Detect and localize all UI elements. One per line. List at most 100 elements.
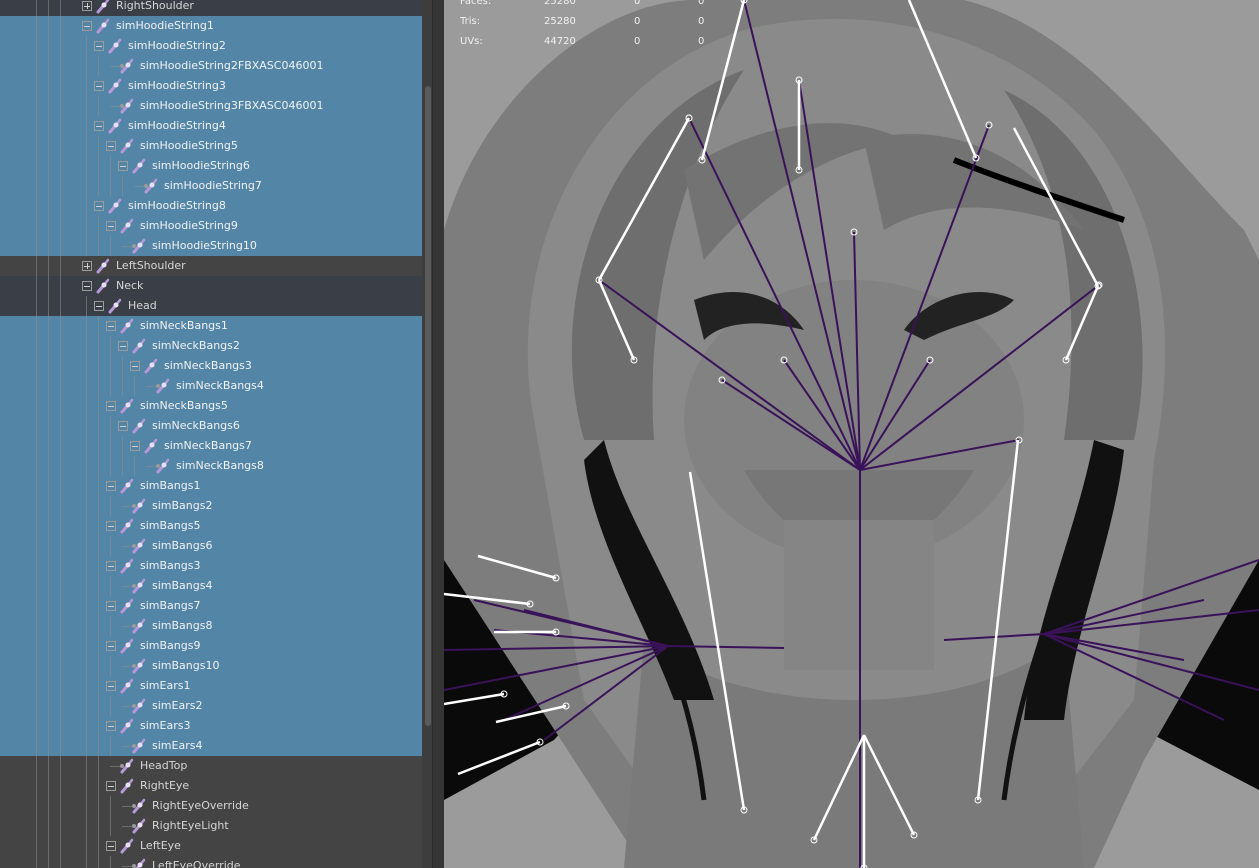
tree-guide-line	[86, 796, 87, 816]
outliner-item-label: simNeckBangs3	[164, 359, 252, 372]
outliner-item[interactable]: simBangs4	[0, 576, 422, 596]
outliner-scrollbar[interactable]	[425, 86, 431, 726]
collapse-icon[interactable]	[118, 341, 128, 351]
tree-guide-line	[36, 276, 37, 296]
outliner-item[interactable]: Neck	[0, 276, 422, 296]
tree-guide-line	[98, 156, 99, 176]
tree-guide-line	[60, 676, 61, 696]
outliner-item[interactable]: simHoodieString7	[0, 176, 422, 196]
outliner-item[interactable]: simBangs10	[0, 656, 422, 676]
tree-guide-line	[110, 156, 111, 176]
outliner-item[interactable]: simNeckBangs2	[0, 336, 422, 356]
outliner-item[interactable]: simEars3	[0, 716, 422, 736]
collapse-icon[interactable]	[94, 301, 104, 311]
outliner-item[interactable]: RightEyeOverride	[0, 796, 422, 816]
outliner-item[interactable]: simNeckBangs4	[0, 376, 422, 396]
outliner-item[interactable]: simHoodieString4	[0, 116, 422, 136]
expand-icon[interactable]	[82, 1, 92, 11]
tree-guide-line	[86, 756, 87, 776]
collapse-icon[interactable]	[106, 141, 116, 151]
collapse-icon[interactable]	[94, 201, 104, 211]
outliner-item-label: simHoodieString6	[152, 159, 250, 172]
viewport-3d[interactable]: Faces: 25280 0 0 Tris: 25280 0 0 UVs: 44…	[444, 0, 1259, 868]
collapse-icon[interactable]	[130, 361, 140, 371]
outliner-item-label: simBangs3	[140, 559, 201, 572]
outliner-item[interactable]: simNeckBangs3	[0, 356, 422, 376]
outliner-item[interactable]: simBangs6	[0, 536, 422, 556]
outliner-item[interactable]: simHoodieString2	[0, 36, 422, 56]
outliner-item-label: simEars3	[140, 719, 191, 732]
collapse-icon[interactable]	[94, 41, 104, 51]
outliner-item[interactable]: simHoodieString3FBXASC046001	[0, 96, 422, 116]
outliner-item-label: simBangs9	[140, 639, 201, 652]
tree-guide-line	[48, 176, 49, 196]
tree-guide-line	[98, 136, 99, 156]
collapse-icon[interactable]	[118, 161, 128, 171]
joint-icon	[132, 158, 146, 174]
tree-guide-line	[48, 556, 49, 576]
collapse-icon[interactable]	[106, 321, 116, 331]
outliner-item[interactable]: simHoodieString6	[0, 156, 422, 176]
outliner-item[interactable]: simBangs3	[0, 556, 422, 576]
collapse-icon[interactable]	[94, 121, 104, 131]
outliner-item[interactable]: simHoodieString2FBXASC046001	[0, 56, 422, 76]
outliner-item[interactable]: simBangs5	[0, 516, 422, 536]
outliner-item[interactable]: simBangs2	[0, 496, 422, 516]
outliner-item[interactable]: simNeckBangs8	[0, 456, 422, 476]
collapse-icon[interactable]	[106, 841, 116, 851]
collapse-icon[interactable]	[82, 21, 92, 31]
outliner-item[interactable]: LeftEye	[0, 836, 422, 856]
outliner-item[interactable]: RightShoulder	[0, 0, 422, 16]
outliner-item[interactable]: simNeckBangs5	[0, 396, 422, 416]
outliner-item[interactable]: simEars2	[0, 696, 422, 716]
outliner-item[interactable]: simHoodieString3	[0, 76, 422, 96]
outliner-item[interactable]: simNeckBangs1	[0, 316, 422, 336]
outliner-item[interactable]: simHoodieString5	[0, 136, 422, 156]
collapse-icon[interactable]	[106, 521, 116, 531]
collapse-icon[interactable]	[106, 681, 116, 691]
outliner-item[interactable]: simNeckBangs7	[0, 436, 422, 456]
outliner-item[interactable]: simBangs7	[0, 596, 422, 616]
tree-guide-line	[36, 256, 37, 276]
tree-guide-line	[36, 316, 37, 336]
outliner-item[interactable]: HeadTop	[0, 756, 422, 776]
outliner-item[interactable]: RightEye	[0, 776, 422, 796]
tree-guide-line	[86, 356, 87, 376]
outliner-item[interactable]: simHoodieString1	[0, 16, 422, 36]
joint-icon	[120, 778, 134, 794]
outliner-item[interactable]: Head	[0, 296, 422, 316]
outliner-item[interactable]: LeftEyeOverride	[0, 856, 422, 868]
collapse-icon[interactable]	[106, 401, 116, 411]
collapse-icon[interactable]	[130, 441, 140, 451]
collapse-icon[interactable]	[118, 421, 128, 431]
outliner-item[interactable]: simHoodieString10	[0, 236, 422, 256]
outliner-item[interactable]: simBangs1	[0, 476, 422, 496]
outliner-item[interactable]: LeftShoulder	[0, 256, 422, 276]
outliner-item[interactable]: simBangs8	[0, 616, 422, 636]
outliner-item[interactable]: RightEyeLight	[0, 816, 422, 836]
collapse-icon[interactable]	[106, 221, 116, 231]
collapse-icon[interactable]	[106, 641, 116, 651]
collapse-icon[interactable]	[94, 81, 104, 91]
collapse-icon[interactable]	[106, 721, 116, 731]
joint-icon	[96, 278, 110, 294]
collapse-icon[interactable]	[106, 601, 116, 611]
outliner-item[interactable]: simEars1	[0, 676, 422, 696]
outliner-item[interactable]: simHoodieString9	[0, 216, 422, 236]
tree-guide-line	[86, 196, 87, 216]
expand-icon[interactable]	[82, 261, 92, 271]
collapse-icon[interactable]	[106, 781, 116, 791]
tree-guide-line	[110, 856, 111, 868]
tree-guide-line	[36, 336, 37, 356]
outliner-item[interactable]: simNeckBangs6	[0, 416, 422, 436]
collapse-icon[interactable]	[106, 561, 116, 571]
collapse-icon[interactable]	[82, 281, 92, 291]
tree-guide-line	[60, 556, 61, 576]
joint-icon	[132, 498, 146, 514]
outliner-item[interactable]: simBangs9	[0, 636, 422, 656]
tree-guide-line	[48, 236, 49, 256]
outliner-item[interactable]: simEars4	[0, 736, 422, 756]
collapse-icon[interactable]	[106, 481, 116, 491]
joint-icon	[132, 538, 146, 554]
outliner-item[interactable]: simHoodieString8	[0, 196, 422, 216]
